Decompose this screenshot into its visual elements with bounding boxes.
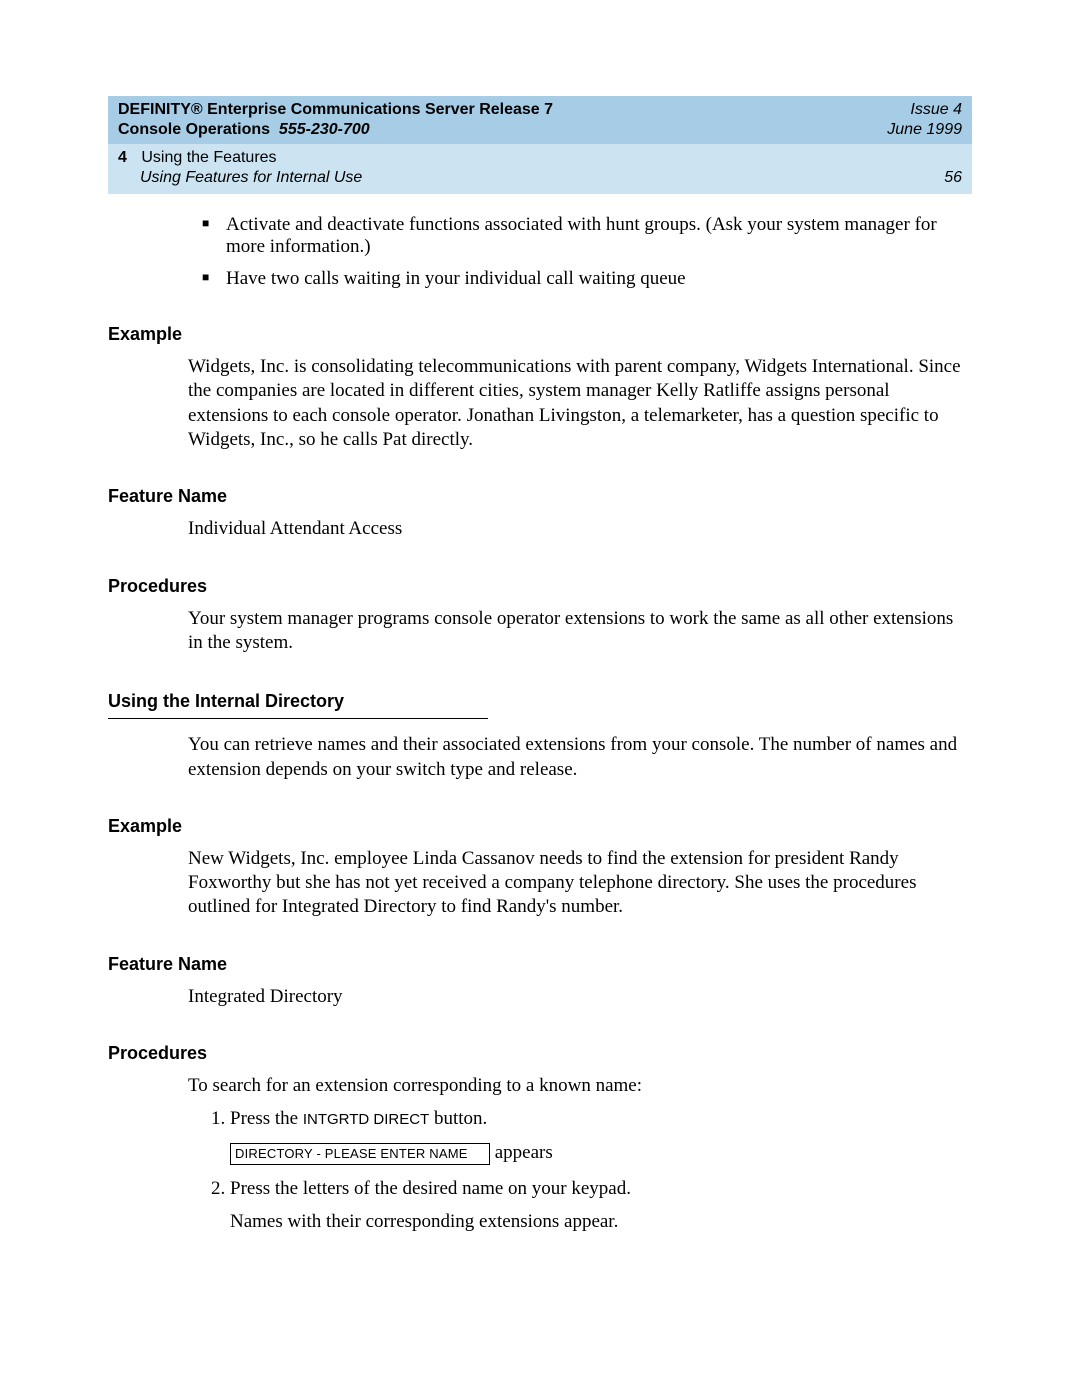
list-item: Activate and deactivate functions associ… <box>226 214 972 258</box>
step-text: Press the letters of the desired name on… <box>230 1178 631 1199</box>
step-result-text: appears <box>490 1142 553 1163</box>
procedure-step: Press the letters of the desired name on… <box>230 1176 972 1235</box>
intro-bullet-list: Activate and deactivate functions associ… <box>188 214 972 290</box>
chapter-block: 4 Using the Features Using Features for … <box>118 148 362 188</box>
page-number: 56 <box>944 169 962 186</box>
header-top-bar: DEFINITY® Enterprise Communications Serv… <box>108 96 972 144</box>
procedures-intro: To search for an extension corresponding… <box>188 1074 972 1098</box>
internal-directory-heading: Using the Internal Directory <box>108 691 488 719</box>
page-header: DEFINITY® Enterprise Communications Serv… <box>108 96 972 194</box>
chapter-title: Using the Features <box>141 149 276 166</box>
procedure-steps-list: Press the INTGRTD DIRECT button. DIRECTO… <box>188 1106 972 1235</box>
header-issue-block: Issue 4 June 1999 <box>887 100 962 140</box>
subsection-title: Using Features for Internal Use <box>140 168 362 188</box>
procedures-paragraph: Your system manager programs console ope… <box>188 607 972 656</box>
list-item: Have two calls waiting in your individua… <box>226 268 972 290</box>
step-result: DIRECTORY - PLEASE ENTER NAME appears <box>230 1140 972 1166</box>
step-text-post: button. <box>429 1108 487 1129</box>
example-heading: Example <box>108 324 972 345</box>
directory-intro: You can retrieve names and their associa… <box>188 733 972 782</box>
issue-date: June 1999 <box>887 120 962 140</box>
doc-number: 555-230-700 <box>279 121 370 138</box>
step-text-pre: Press the <box>230 1108 303 1129</box>
feature-name-heading: Feature Name <box>108 486 972 507</box>
header-title-block: DEFINITY® Enterprise Communications Serv… <box>118 100 553 140</box>
example-heading: Example <box>108 816 972 837</box>
feature-name-text: Individual Attendant Access <box>188 517 972 541</box>
button-name: INTGRTD DIRECT <box>303 1111 429 1128</box>
example-paragraph: New Widgets, Inc. employee Linda Cassano… <box>188 847 972 920</box>
step-result: Names with their corresponding extension… <box>230 1209 972 1235</box>
page: DEFINITY® Enterprise Communications Serv… <box>0 0 1080 1365</box>
console-ops-label: Console Operations <box>118 121 270 138</box>
product-title: DEFINITY® Enterprise Communications Serv… <box>118 101 553 118</box>
console-display: DIRECTORY - PLEASE ENTER NAME <box>230 1143 490 1165</box>
procedure-step: Press the INTGRTD DIRECT button. DIRECTO… <box>230 1106 972 1165</box>
procedures-heading: Procedures <box>108 1043 972 1064</box>
feature-name-heading: Feature Name <box>108 954 972 975</box>
header-bottom-bar: 4 Using the Features Using Features for … <box>108 144 972 194</box>
example-paragraph: Widgets, Inc. is consolidating telecommu… <box>188 355 972 452</box>
feature-name-text: Integrated Directory <box>188 985 972 1009</box>
issue-text: Issue 4 <box>887 100 962 120</box>
page-body: Activate and deactivate functions associ… <box>108 214 972 1235</box>
procedures-heading: Procedures <box>108 576 972 597</box>
chapter-number: 4 <box>118 149 127 166</box>
